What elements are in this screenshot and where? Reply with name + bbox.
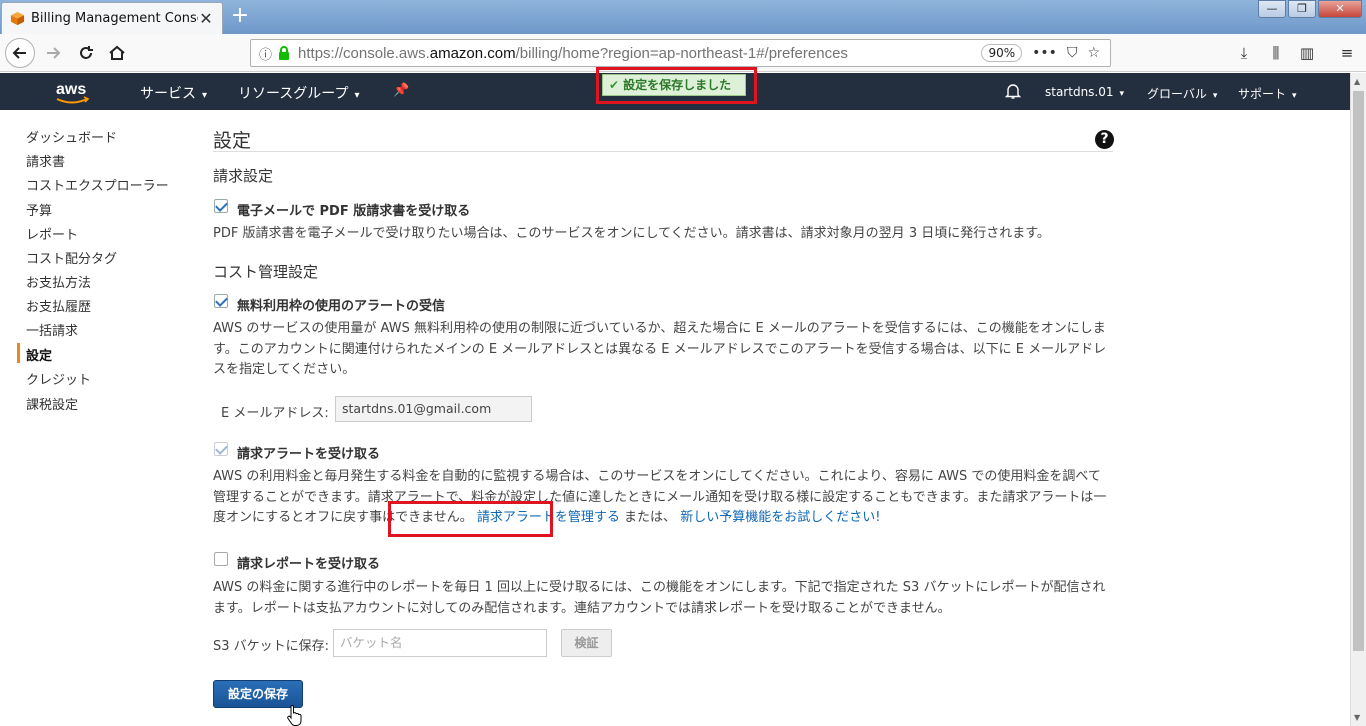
billing-alert-label: 請求アラートを受け取る xyxy=(237,447,381,462)
info-icon[interactable]: ⓘ xyxy=(259,44,272,63)
download-icon[interactable]: ⤓ xyxy=(1234,44,1254,64)
billing-report-checkbox[interactable] xyxy=(214,552,228,566)
s3-bucket-label: S3 バケットに保存: xyxy=(213,639,330,654)
bell-icon[interactable] xyxy=(1004,82,1022,100)
free-tier-alert-checkbox[interactable] xyxy=(214,294,228,308)
sidebar-item-credits[interactable]: クレジット xyxy=(26,369,91,388)
help-icon[interactable]: ? xyxy=(1095,130,1114,149)
account-menu[interactable]: startdns.01 ▾ xyxy=(1045,85,1124,99)
lock-icon xyxy=(279,46,290,60)
home-button[interactable] xyxy=(102,38,132,68)
aws-logo[interactable]: aws xyxy=(54,78,94,106)
sidebar-item-tax-settings[interactable]: 課税設定 xyxy=(26,394,78,413)
sidebar-item-bills[interactable]: 請求書 xyxy=(26,151,65,170)
scroll-down-icon[interactable]: ▼ xyxy=(1354,713,1360,722)
chevron-down-icon: ▾ xyxy=(354,90,360,101)
forward-button[interactable] xyxy=(38,38,68,68)
sidebar-toggle-icon[interactable]: ▥ xyxy=(1297,44,1317,64)
browser-tab-bar: Billing Management Console ✕ + — ❐ ✕ xyxy=(0,0,1366,34)
pdf-invoice-description: PDF 版請求書を電子メールで受け取りたい場合は、このサービスをオンにしてくださ… xyxy=(213,226,1050,241)
reload-icon xyxy=(80,46,93,59)
highlight-box xyxy=(596,67,757,104)
sidebar-item-payment-methods[interactable]: お支払方法 xyxy=(26,272,91,291)
back-arrow-icon xyxy=(12,47,26,59)
scroll-thumb[interactable] xyxy=(1353,91,1364,651)
aws-cube-icon xyxy=(10,11,25,26)
sidebar-item-cost-allocation-tags[interactable]: コスト配分タグ xyxy=(26,248,117,267)
highlight-box xyxy=(388,501,553,537)
sidebar-item-cost-explorer[interactable]: コストエクスプローラー xyxy=(26,175,169,194)
s3-bucket-input[interactable]: バケット名 xyxy=(333,629,547,657)
minimize-icon[interactable]: — xyxy=(1258,0,1286,18)
scroll-up-icon[interactable]: ▲ xyxy=(1354,77,1360,86)
active-indicator xyxy=(17,343,20,363)
email-field[interactable]: startdns.01@gmail.com xyxy=(335,396,532,422)
sidebar-item-preferences[interactable]: 設定 xyxy=(26,345,52,364)
billing-report-description: AWS の料金に関する進行中のレポートを毎日 1 回以上に受け取るには、この機能… xyxy=(213,580,1106,616)
menu-icon[interactable]: ≡ xyxy=(1337,44,1357,64)
home-icon xyxy=(109,45,125,60)
sidebar-item-consolidated-billing[interactable]: 一括請求 xyxy=(26,320,78,339)
sidebar-item-dashboard[interactable]: ダッシュボード xyxy=(26,127,117,146)
cost-section-heading: コスト管理設定 xyxy=(213,263,319,281)
billing-alert-checkbox[interactable] xyxy=(214,442,228,456)
library-icon[interactable]: ⫼ xyxy=(1266,44,1286,64)
support-menu[interactable]: サポート ▾ xyxy=(1238,85,1297,102)
chevron-down-icon: ▾ xyxy=(1119,89,1125,99)
billing-alert-description: AWS の利用料金と毎月発生する料金を自動的に監視する場合は、このサービスをオン… xyxy=(213,469,1107,525)
chevron-down-icon: ▾ xyxy=(1292,91,1297,101)
pin-icon[interactable]: 📌 xyxy=(393,83,409,98)
restore-icon[interactable]: ❐ xyxy=(1288,0,1316,18)
try-budgets-link[interactable]: 新しい予算機能をお試しください! xyxy=(680,510,880,525)
pdf-invoice-label: 電子メールで PDF 版請求書を受け取る xyxy=(237,204,471,219)
billing-section-heading: 請求設定 xyxy=(213,167,274,185)
free-tier-alert-label: 無料利用枠の使用のアラートの受信 xyxy=(237,299,446,314)
page-actions-icon[interactable]: ••• xyxy=(1032,45,1057,61)
email-label: E メールアドレス: xyxy=(221,406,329,421)
free-tier-alert-description: AWS のサービスの使用量が AWS 無料利用枠の使用の制限に近づいているか、超… xyxy=(213,321,1107,377)
back-button[interactable] xyxy=(5,38,35,68)
url-text: https://console.aws.amazon.com/billing/h… xyxy=(298,44,848,62)
bookmark-star-icon[interactable]: ☆ xyxy=(1087,45,1100,61)
new-tab-icon[interactable]: + xyxy=(228,4,252,28)
page-scrollbar[interactable]: ▲ ▼ xyxy=(1350,73,1366,726)
region-menu[interactable]: グローバル ▾ xyxy=(1147,85,1217,102)
services-menu[interactable]: サービス ▾ xyxy=(140,83,207,103)
browser-tab[interactable]: Billing Management Console ✕ xyxy=(1,2,223,34)
title-divider xyxy=(213,151,1113,152)
chevron-down-icon: ▾ xyxy=(1212,91,1218,101)
resource-groups-menu[interactable]: リソースグループ ▾ xyxy=(238,83,360,103)
sidebar-item-payment-history[interactable]: お支払履歴 xyxy=(26,296,91,315)
verify-button[interactable]: 検証 xyxy=(561,629,612,657)
sidebar-item-reports[interactable]: レポート xyxy=(26,224,78,243)
tab-title: Billing Management Console xyxy=(31,11,198,26)
forward-arrow-icon xyxy=(47,47,61,59)
window-close-icon[interactable]: ✕ xyxy=(1318,0,1362,18)
zoom-badge[interactable]: 90% xyxy=(981,44,1023,62)
page-title: 設定 xyxy=(213,130,252,152)
tab-close-icon[interactable]: ✕ xyxy=(198,9,214,28)
pocket-icon[interactable]: ⛉ xyxy=(1067,45,1078,61)
reload-button[interactable] xyxy=(71,38,101,68)
chevron-down-icon: ▾ xyxy=(202,90,208,101)
url-bar[interactable]: ⓘ https://console.aws.amazon.com/billing… xyxy=(250,39,1111,67)
hand-cursor-icon xyxy=(287,704,302,726)
billing-report-label: 請求レポートを受け取る xyxy=(237,557,381,572)
sidebar-item-budgets[interactable]: 予算 xyxy=(26,200,52,219)
pdf-invoice-checkbox[interactable] xyxy=(214,199,228,213)
svg-text:aws: aws xyxy=(56,81,86,98)
